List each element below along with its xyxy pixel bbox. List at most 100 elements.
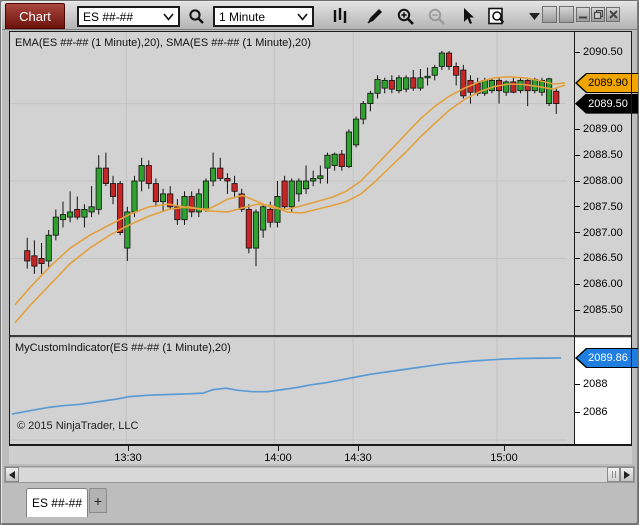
- close-icon: [608, 10, 618, 19]
- custom-indicator-line: [11, 357, 562, 415]
- candle-body: [81, 208, 88, 218]
- more-tools-dropdown[interactable]: [526, 5, 542, 27]
- scroll-left-button[interactable]: [5, 467, 19, 482]
- close-button[interactable]: [606, 7, 620, 22]
- instrument-search-button[interactable]: [185, 5, 207, 27]
- price-tick: 2085.50: [575, 304, 623, 316]
- candle-body: [202, 180, 210, 210]
- price-panel[interactable]: EMA(ES ##-## (1 Minute),20), SMA(ES ##-#…: [9, 31, 574, 335]
- price-panel-indicator-label: EMA(ES ##-## (1 Minute),20), SMA(ES ##-#…: [15, 37, 311, 49]
- candle-body: [67, 211, 74, 218]
- candle-body: [553, 90, 560, 105]
- instrument-selector[interactable]: ES ##-##: [77, 6, 180, 27]
- workspace-tab-active[interactable]: ES ##-##: [26, 488, 88, 517]
- chevron-down-icon: [163, 12, 174, 21]
- candle-body: [88, 206, 95, 213]
- candle-body: [245, 208, 252, 249]
- candle-body: [131, 180, 138, 213]
- candle-body: [74, 208, 81, 218]
- horizontal-scrollbar[interactable]: [4, 466, 635, 483]
- arrow-left-icon: [9, 470, 15, 479]
- titlebar-blank-button-1[interactable]: [542, 6, 557, 23]
- data-box-icon: [487, 7, 504, 24]
- candle-body: [31, 255, 38, 267]
- time-tick: [278, 446, 279, 451]
- price-tick: 2086.50: [575, 252, 623, 264]
- add-tab-button[interactable]: +: [89, 488, 107, 513]
- candle-body: [445, 52, 453, 67]
- indicator-panel-label: MyCustomIndicator(ES ##-## (1 Minute),20…: [15, 342, 231, 354]
- price-tick: 2088.50: [575, 149, 623, 161]
- candlestick-chart: [9, 31, 567, 335]
- candle-body: [481, 79, 488, 94]
- restore-icon: [593, 10, 603, 19]
- price-tick: 2087.50: [575, 201, 623, 213]
- candle-body: [360, 103, 367, 120]
- candle-body: [381, 79, 388, 89]
- candle-body: [295, 180, 302, 195]
- indicator-axis[interactable]: 2088 2086 2089.86: [575, 338, 638, 444]
- candle-body: [395, 77, 403, 92]
- candle-body: [24, 250, 31, 262]
- time-tick: [358, 446, 359, 451]
- candle-body: [281, 180, 288, 208]
- candle-body: [45, 234, 52, 262]
- candle-body: [210, 167, 217, 182]
- candle-body: [438, 52, 445, 67]
- candle-body: [95, 167, 102, 210]
- candle-body: [188, 196, 195, 213]
- candle-body: [310, 178, 317, 182]
- price-tick: 2090.50: [575, 46, 623, 58]
- axis-separator: [574, 31, 575, 444]
- candle-body: [138, 165, 145, 182]
- chart-style-button[interactable]: [329, 5, 351, 27]
- indicator-panel[interactable]: MyCustomIndicator(ES ##-## (1 Minute),20…: [9, 338, 574, 444]
- restore-button[interactable]: [591, 7, 605, 22]
- candle-body: [152, 183, 159, 203]
- scrollbar-thumb[interactable]: [607, 467, 620, 482]
- candle-body: [145, 165, 152, 184]
- drawing-tools-button[interactable]: [363, 5, 385, 27]
- candle-body: [424, 75, 431, 79]
- minimize-button[interactable]: [576, 7, 590, 22]
- pencil-icon: [366, 8, 382, 24]
- candle-body: [403, 77, 410, 90]
- chart-window-tab[interactable]: Chart: [5, 3, 65, 29]
- price-tick: 2086.00: [575, 278, 623, 290]
- arrow-right-icon: [624, 470, 630, 479]
- candle-body: [267, 208, 274, 223]
- candle-body: [252, 211, 260, 249]
- zoom-out-button[interactable]: [425, 5, 447, 27]
- candle-body: [59, 214, 67, 221]
- panel-divider[interactable]: [9, 335, 632, 337]
- candle-body: [460, 69, 467, 97]
- candle-body: [388, 79, 395, 90]
- zoom-in-button[interactable]: [394, 5, 416, 27]
- cursor-button[interactable]: [457, 5, 479, 27]
- time-tick-label: 13:30: [114, 452, 142, 464]
- candle-body: [488, 79, 495, 92]
- candle-body: [367, 92, 374, 104]
- minimize-icon: [579, 16, 587, 18]
- price-axis[interactable]: 2090.50 2089.00 2088.50 2088.00 2087.50 2087.…: [575, 31, 638, 335]
- time-tick: [128, 446, 129, 451]
- candle-body: [217, 167, 224, 179]
- title-bar: Chart ES ##-## 1 Minute: [2, 2, 637, 30]
- price-tick: 2089.00: [575, 123, 623, 135]
- ma-value-badge: 2089.90: [575, 72, 638, 93]
- interval-selector[interactable]: 1 Minute: [213, 6, 314, 27]
- search-icon: [188, 8, 204, 24]
- plot-right-border: [631, 31, 632, 444]
- candle-body: [160, 193, 167, 203]
- data-box-button[interactable]: [485, 5, 507, 27]
- instrument-value: ES ##-##: [83, 9, 134, 24]
- time-tick: [504, 446, 505, 451]
- chevron-down-icon: [297, 12, 308, 21]
- titlebar-blank-button-2[interactable]: [559, 6, 574, 23]
- time-axis[interactable]: 13:30 14:00 14:30 15:00: [9, 444, 632, 464]
- last-price-badge: 2089.50: [575, 93, 638, 114]
- price-tick: 2088: [575, 378, 607, 390]
- scroll-right-button[interactable]: [620, 467, 634, 482]
- candle-body: [374, 78, 381, 94]
- candle-body: [324, 154, 331, 169]
